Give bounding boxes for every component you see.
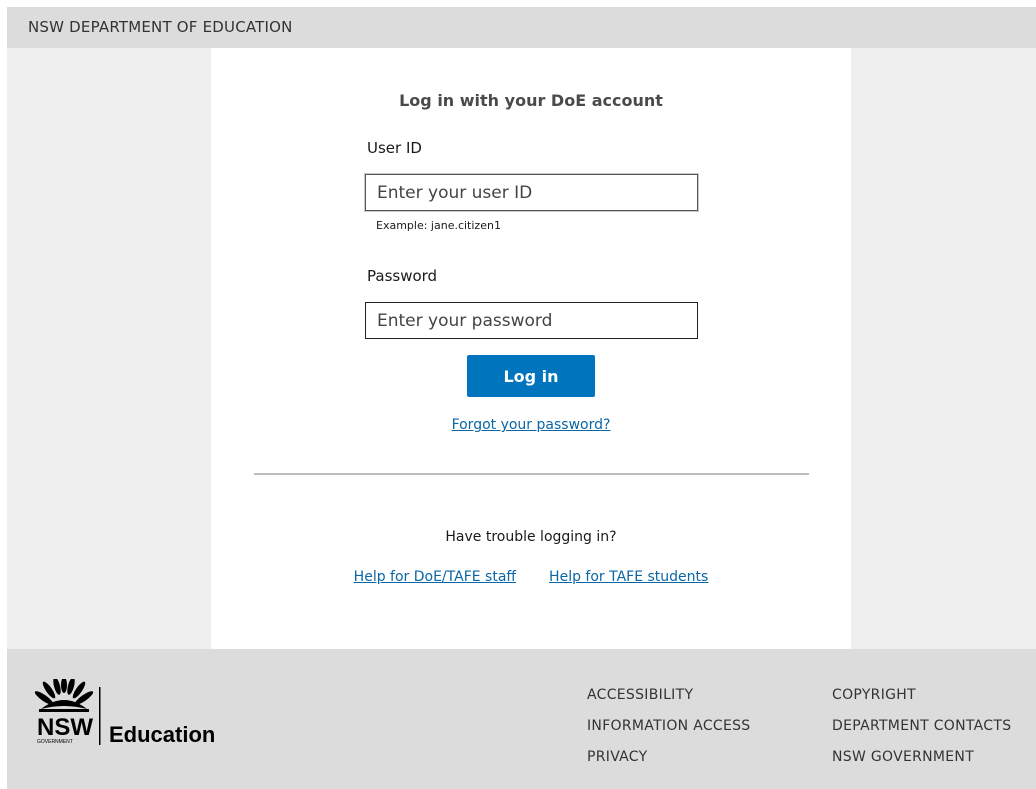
footer: NSW GOVERNMENT Education ACCESSIBILITY I…: [7, 649, 1036, 789]
footer-links-primary: ACCESSIBILITY INFORMATION ACCESS PRIVACY: [587, 686, 751, 779]
trouble-text: Have trouble logging in?: [445, 529, 617, 545]
user-id-hint: Example: jane.citizen1: [376, 219, 501, 232]
user-id-input[interactable]: [365, 174, 698, 211]
password-input[interactable]: [365, 302, 698, 339]
login-heading: Log in with your DoE account: [399, 91, 663, 110]
divider: [254, 473, 809, 475]
waratah-icon: [34, 679, 94, 712]
help-links: Help for DoE/TAFE staff Help for TAFE stu…: [211, 569, 851, 585]
user-id-label: User ID: [367, 139, 422, 157]
footer-link-accessibility[interactable]: ACCESSIBILITY: [587, 686, 751, 717]
logo-department: Education: [109, 722, 215, 747]
login-button[interactable]: Log in: [467, 355, 595, 397]
site-title: NSW DEPARTMENT OF EDUCATION: [28, 18, 293, 36]
footer-link-department-contacts[interactable]: DEPARTMENT CONTACTS: [832, 717, 1011, 748]
password-label: Password: [367, 267, 438, 285]
logo-wordmark: NSW: [37, 714, 93, 741]
help-students-link[interactable]: Help for TAFE students: [549, 569, 708, 585]
help-staff-link[interactable]: Help for DoE/TAFE staff: [354, 569, 516, 585]
top-bar: NSW DEPARTMENT OF EDUCATION: [7, 7, 1036, 48]
forgot-password-link[interactable]: Forgot your password?: [452, 417, 611, 433]
login-card: Log in with your DoE account User ID Exa…: [211, 48, 851, 649]
footer-links-secondary: COPYRIGHT DEPARTMENT CONTACTS NSW GOVERN…: [832, 686, 1011, 779]
logo-separator: [99, 687, 101, 745]
page-frame: NSW DEPARTMENT OF EDUCATION Log in with …: [7, 7, 1036, 789]
footer-link-nsw-government[interactable]: NSW GOVERNMENT: [832, 748, 1011, 779]
forgot-password-row: Forgot your password?: [211, 417, 851, 433]
nsw-education-logo[interactable]: NSW GOVERNMENT Education: [29, 679, 219, 749]
footer-link-information-access[interactable]: INFORMATION ACCESS: [587, 717, 751, 748]
logo-subtext: GOVERNMENT: [37, 739, 73, 745]
footer-link-privacy[interactable]: PRIVACY: [587, 748, 751, 779]
footer-link-copyright[interactable]: COPYRIGHT: [832, 686, 1011, 717]
